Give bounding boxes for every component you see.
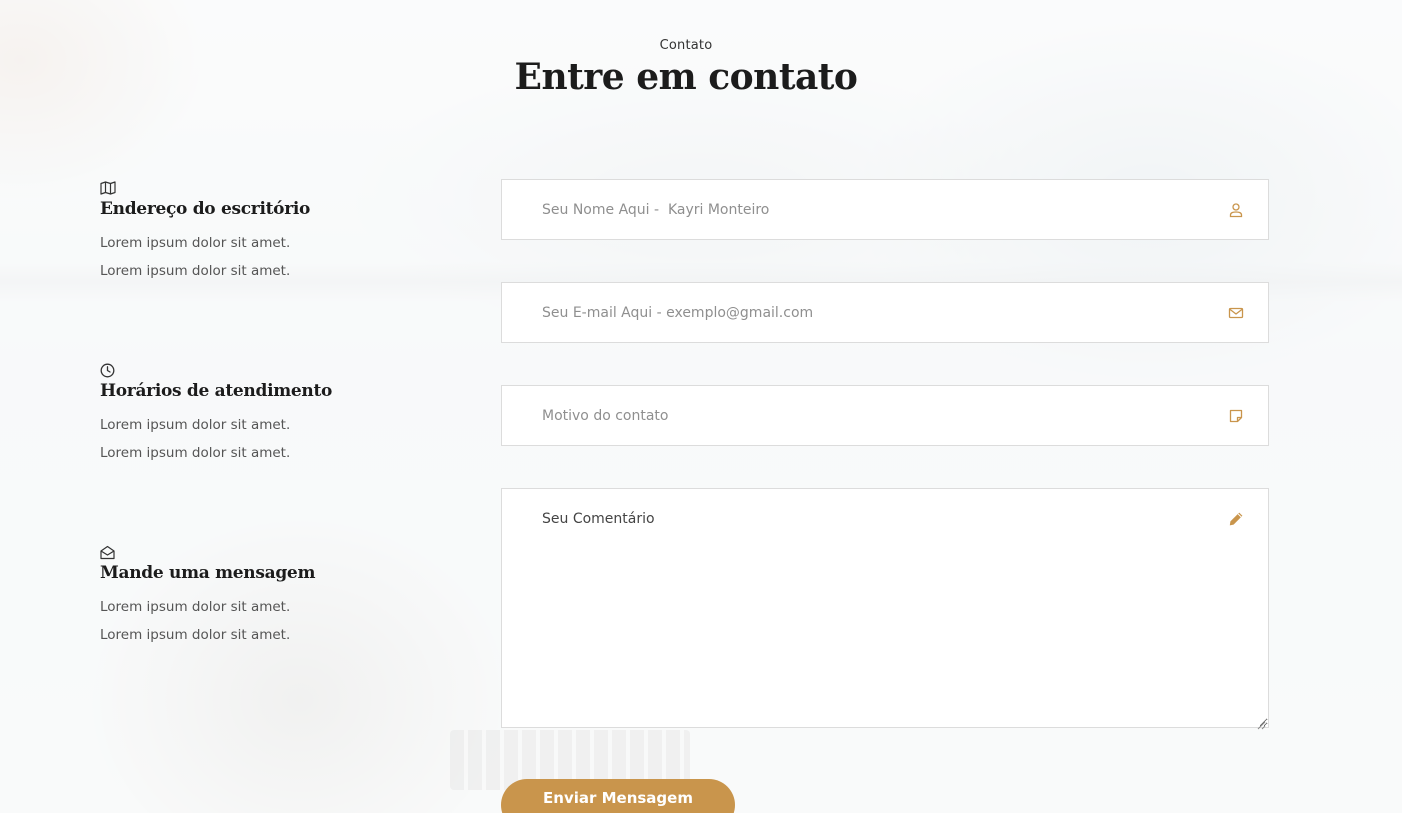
info-line: Lorem ipsum dolor sit amet. (100, 235, 291, 251)
info-opening-hours: Horários de atendimento Lorem ipsum dolo… (100, 363, 460, 467)
user-icon (1228, 202, 1244, 218)
map-icon (100, 181, 116, 197)
info-title: Horários de atendimento (100, 381, 333, 401)
mail-icon (1228, 305, 1244, 321)
clock-icon (100, 363, 116, 379)
section-eyebrow: Contato (659, 38, 713, 53)
info-title: Mande uma mensagem (100, 563, 316, 583)
name-field-wrapper (501, 179, 1269, 240)
name-input[interactable] (502, 180, 1268, 239)
info-office-address: Endereço do escritório Lorem ipsum dolor… (100, 181, 460, 285)
info-title: Endereço do escritório (100, 199, 311, 219)
info-line: Lorem ipsum dolor sit amet. (100, 417, 291, 433)
note-icon (1228, 408, 1244, 424)
subject-input[interactable] (502, 386, 1268, 445)
info-line: Lorem ipsum dolor sit amet. (100, 599, 291, 615)
comment-textarea[interactable] (502, 489, 1268, 727)
pencil-icon (1228, 511, 1244, 527)
email-input[interactable] (502, 283, 1268, 342)
subject-field-wrapper (501, 385, 1269, 446)
info-line: Lorem ipsum dolor sit amet. (100, 627, 291, 643)
envelope-open-icon (100, 545, 116, 561)
info-line: Lorem ipsum dolor sit amet. (100, 263, 291, 279)
comment-field-wrapper (501, 488, 1269, 730)
send-message-button[interactable]: Enviar Mensagem (501, 779, 735, 813)
email-field-wrapper (501, 282, 1269, 343)
contact-section: Contato Entre em contato Endereço do esc… (0, 0, 1402, 813)
page-title: Entre em contato (514, 56, 858, 98)
info-line: Lorem ipsum dolor sit amet. (100, 445, 291, 461)
info-send-message: Mande uma mensagem Lorem ipsum dolor sit… (100, 545, 460, 649)
resize-handle[interactable] (1256, 715, 1266, 730)
